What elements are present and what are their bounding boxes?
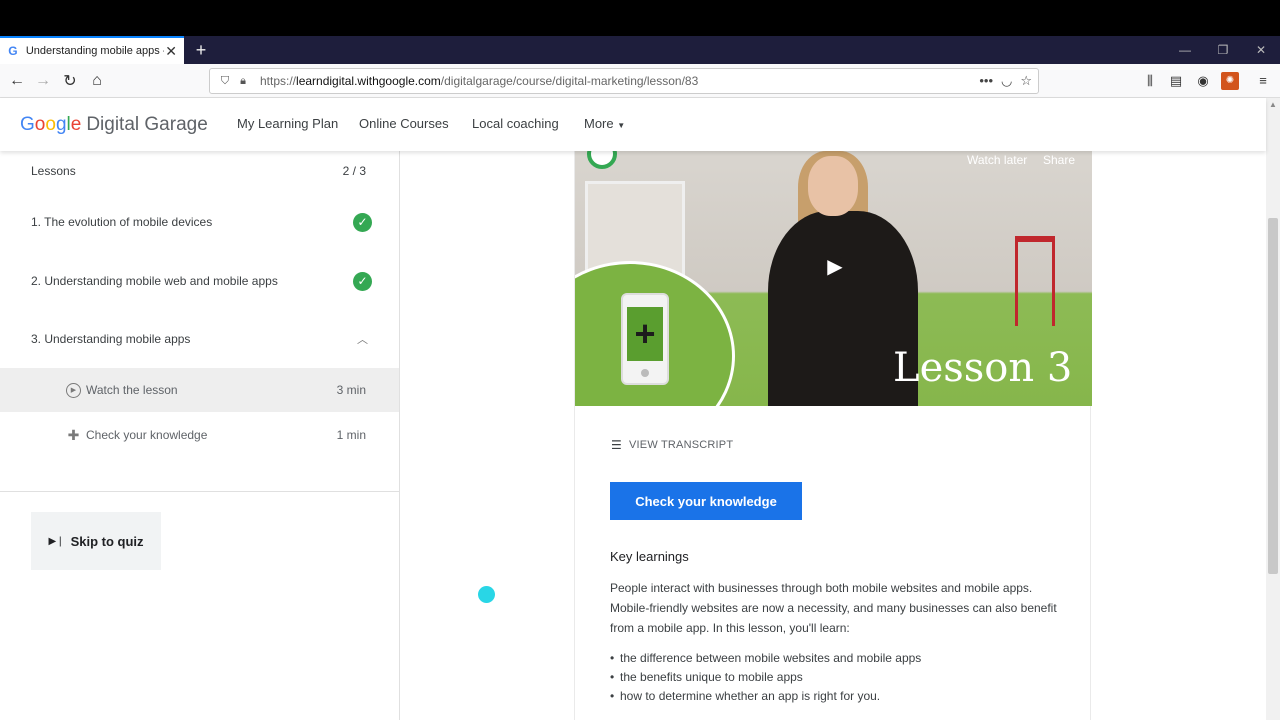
page-actions-icon[interactable]: ••• bbox=[979, 73, 993, 89]
video-scene-chair bbox=[1015, 236, 1055, 326]
google-digital-garage-logo[interactable]: Google Digital Garage bbox=[20, 114, 208, 136]
account-icon[interactable]: ◉ bbox=[1194, 72, 1212, 90]
restore-icon[interactable]: ❐ bbox=[1204, 36, 1242, 64]
menu-icon[interactable]: ≡ bbox=[1254, 72, 1272, 90]
browser-toolbar: ← → ↻ ⌂ ⛉ 🔒︎ https://learndigital.withgo… bbox=[0, 64, 1280, 98]
lesson-title: 2. Understanding mobile web and mobile a… bbox=[31, 274, 278, 288]
sub-item-watch-lesson[interactable]: ▶ Watch the lesson 3 min bbox=[0, 368, 399, 412]
key-learnings-paragraph: People interact with businesses through … bbox=[610, 581, 1057, 635]
check-circle-icon: ✓ bbox=[353, 271, 372, 291]
site-header: Google Digital Garage My Learning Plan On… bbox=[0, 98, 1266, 151]
check-knowledge-button[interactable]: Check your knowledge bbox=[610, 482, 802, 520]
pocket-icon[interactable]: ◡ bbox=[1001, 73, 1012, 89]
lesson-title: 1. The evolution of mobile devices bbox=[31, 215, 213, 229]
play-icon[interactable]: ▶ bbox=[807, 246, 863, 286]
home-icon[interactable]: ⌂ bbox=[85, 69, 109, 93]
sidebar-icon[interactable]: ▤ bbox=[1167, 72, 1185, 90]
bookmark-star-icon[interactable]: ☆ bbox=[1020, 73, 1032, 89]
lock-icon[interactable]: 🔒︎ bbox=[234, 75, 252, 88]
list-item: • the difference between mobile websites … bbox=[610, 651, 922, 665]
lesson-title: 3. Understanding mobile apps bbox=[31, 332, 191, 346]
url-text: https://learndigital.withgoogle.com/digi… bbox=[260, 74, 699, 88]
tab-title: Understanding mobile apps - G bbox=[25, 45, 165, 57]
chevron-up-icon[interactable]: ︿ bbox=[353, 331, 372, 347]
lessons-label: Lessons bbox=[31, 164, 76, 178]
lesson-content: + Lesson 3 ▶ Watch later Share ☰ VIEW TR… bbox=[574, 151, 1092, 720]
video-overlay-title: Lesson 3 bbox=[893, 345, 1073, 391]
list-item: • the benefits unique to mobile apps bbox=[610, 670, 803, 684]
lessons-progress: 2 / 3 bbox=[342, 164, 366, 178]
sub-item-label: Watch the lesson bbox=[86, 383, 178, 397]
extension-icon[interactable]: ✺ bbox=[1221, 72, 1239, 90]
transcript-lines-icon: ☰ bbox=[611, 438, 622, 452]
share-button[interactable]: Share bbox=[1043, 153, 1075, 167]
scrollbar-thumb[interactable] bbox=[1268, 218, 1278, 574]
channel-logo-icon[interactable] bbox=[587, 151, 617, 169]
sub-item-duration: 1 min bbox=[336, 428, 366, 442]
lesson-item-1[interactable]: 1. The evolution of mobile devices ✓ bbox=[31, 210, 372, 234]
nav-my-learning-plan[interactable]: My Learning Plan bbox=[237, 116, 338, 131]
sub-item-check-knowledge[interactable]: ✚ Check your knowledge 1 min bbox=[0, 413, 399, 457]
nav-local-coaching[interactable]: Local coaching bbox=[472, 116, 559, 131]
view-transcript-link[interactable]: ☰ VIEW TRANSCRIPT bbox=[611, 438, 733, 452]
top-black-bar bbox=[0, 0, 1280, 36]
close-window-icon[interactable]: ✕ bbox=[1242, 36, 1280, 64]
sub-item-duration: 3 min bbox=[336, 383, 366, 397]
list-item: • how to determine whether an app is righ… bbox=[610, 689, 881, 703]
caret-down-icon: ▼ bbox=[617, 121, 626, 130]
browser-tab[interactable]: G Understanding mobile apps - G ✕ bbox=[0, 36, 184, 64]
mobile-phone-illustration: + bbox=[621, 293, 669, 385]
back-icon[interactable]: ← bbox=[5, 69, 29, 93]
sidebar-divider bbox=[0, 491, 399, 492]
video-player[interactable]: + Lesson 3 ▶ Watch later Share bbox=[575, 151, 1092, 406]
sub-item-label: Check your knowledge bbox=[86, 428, 208, 442]
new-tab-button[interactable]: + bbox=[192, 40, 210, 60]
skip-next-icon: ▶❘ bbox=[48, 535, 65, 547]
key-learnings-heading: Key learnings bbox=[610, 549, 689, 564]
google-favicon-icon: G bbox=[8, 44, 18, 58]
puzzle-icon: ✚ bbox=[67, 426, 80, 443]
url-bar[interactable]: ⛉ 🔒︎ https://learndigital.withgoogle.com… bbox=[209, 68, 1039, 94]
skip-to-quiz-button[interactable]: ▶❘ Skip to quiz bbox=[31, 512, 161, 570]
shield-icon[interactable]: ⛉ bbox=[216, 75, 234, 88]
page-scrollbar[interactable]: ▲ bbox=[1266, 98, 1280, 720]
reload-icon[interactable]: ↻ bbox=[58, 69, 82, 93]
play-circle-icon: ▶ bbox=[66, 382, 81, 398]
scroll-up-icon[interactable]: ▲ bbox=[1266, 98, 1280, 112]
mouse-cursor-highlight bbox=[478, 586, 495, 603]
lesson-item-3[interactable]: 3. Understanding mobile apps ︿ bbox=[31, 327, 372, 351]
library-icon[interactable]: ⫼ bbox=[1141, 72, 1159, 90]
close-tab-icon[interactable]: ✕ bbox=[164, 43, 178, 60]
nav-more[interactable]: More ▼ bbox=[584, 116, 625, 131]
lesson-item-2[interactable]: 2. Understanding mobile web and mobile a… bbox=[31, 269, 372, 293]
browser-tab-strip: G Understanding mobile apps - G ✕ + — ❐ … bbox=[0, 36, 1280, 64]
check-circle-icon: ✓ bbox=[353, 212, 372, 232]
forward-icon[interactable]: → bbox=[31, 69, 55, 93]
watch-later-button[interactable]: Watch later bbox=[967, 153, 1027, 167]
lesson-sidebar: Lessons 2 / 3 1. The evolution of mobile… bbox=[0, 151, 400, 720]
lessons-header: Lessons 2 / 3 bbox=[31, 164, 366, 178]
minimize-icon[interactable]: — bbox=[1166, 36, 1204, 64]
nav-online-courses[interactable]: Online Courses bbox=[359, 116, 449, 131]
